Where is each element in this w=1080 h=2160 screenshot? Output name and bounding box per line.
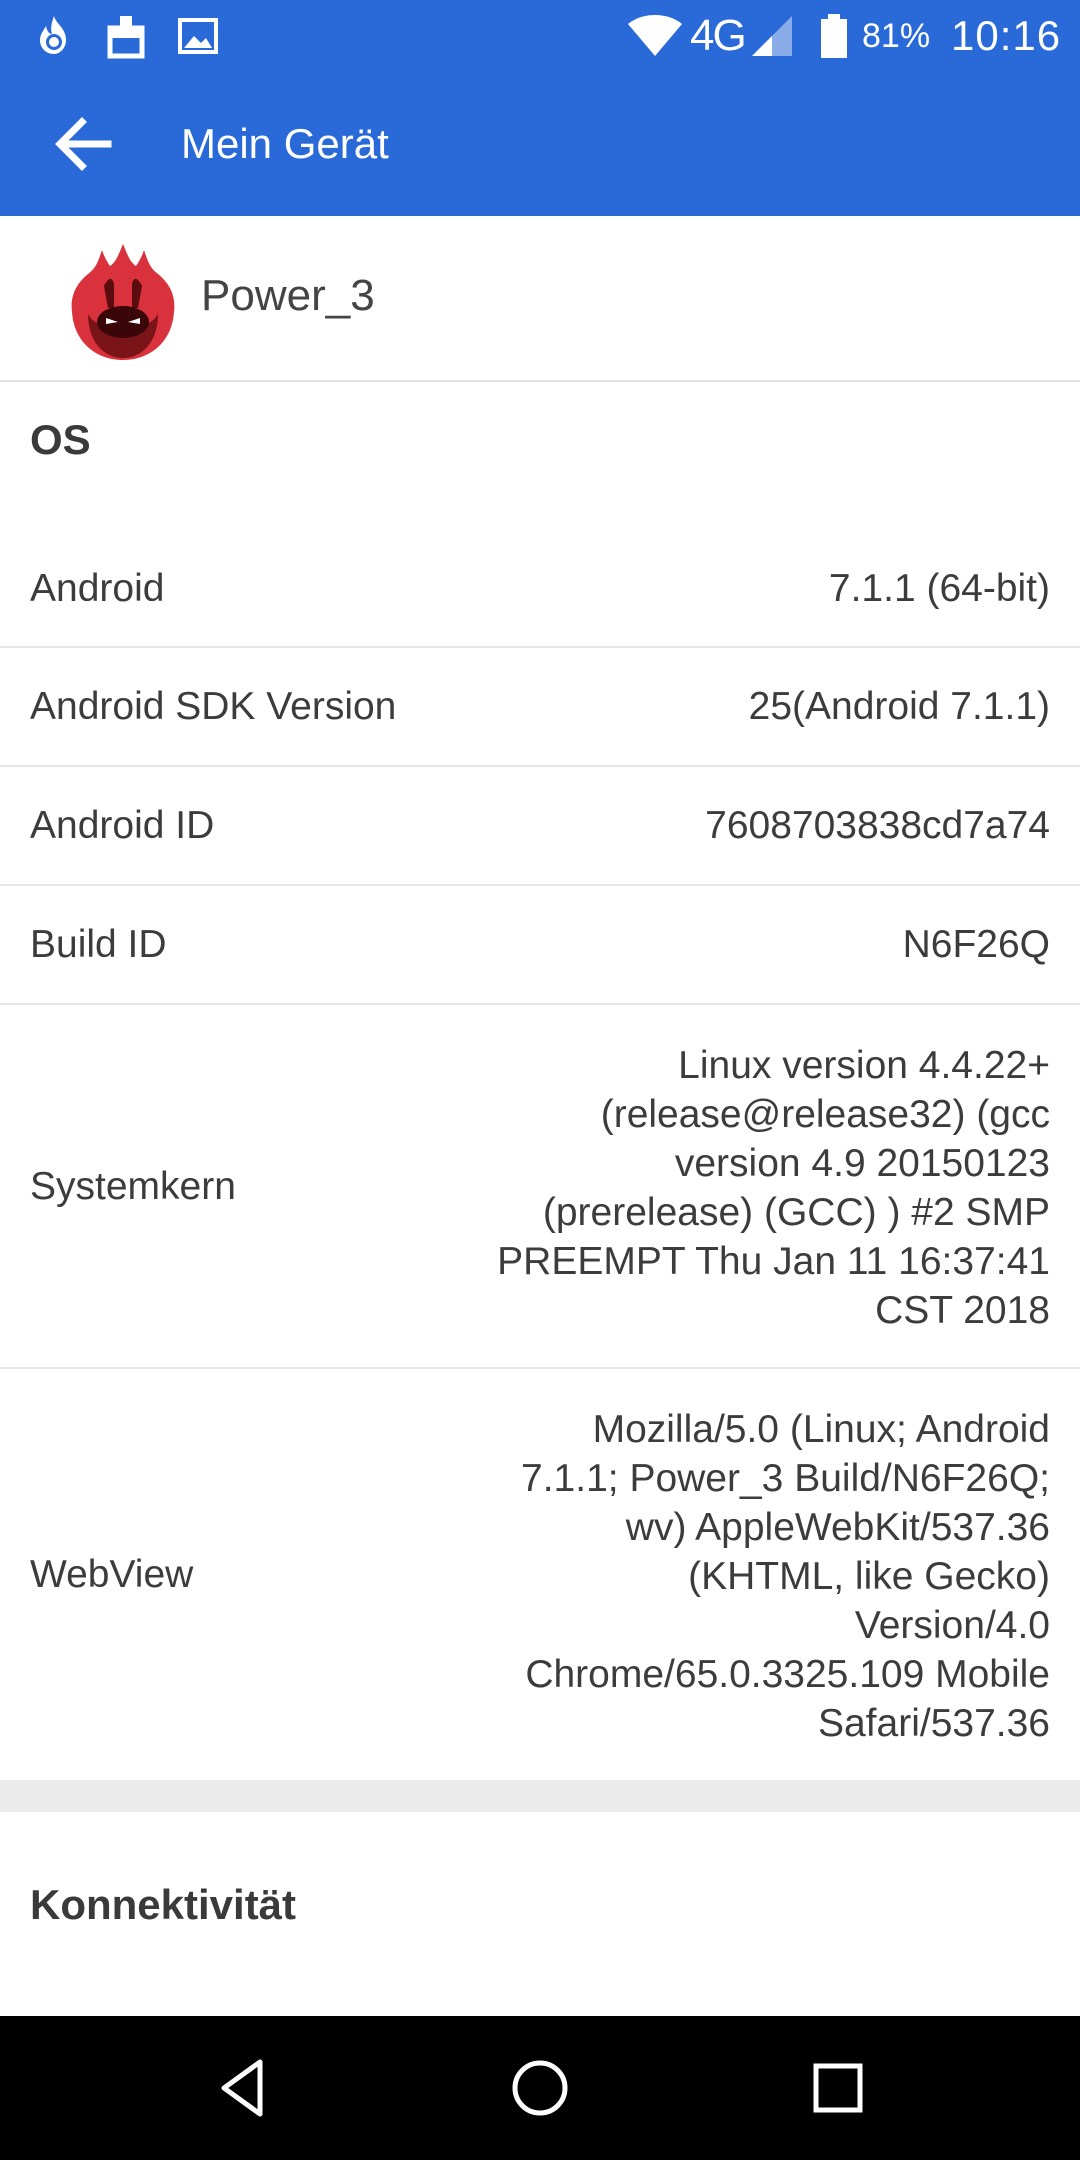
signal-icon — [752, 16, 792, 56]
flame-notification-icon — [40, 16, 66, 54]
app-bar: 4G 81% 10:16 Mein Gerät — [0, 0, 1080, 216]
row-label: Build ID — [30, 923, 167, 966]
section-title-os: OS — [30, 416, 91, 463]
device-header: Power_3 — [0, 216, 1080, 382]
row-label: Android SDK Version — [30, 685, 397, 728]
image-notification-icon — [178, 18, 218, 54]
device-name: Power_3 — [201, 271, 375, 320]
info-row-build-id: Build ID N6F26Q — [0, 886, 1080, 1005]
section-divider — [0, 1780, 1080, 1812]
info-row-sdk-version: Android SDK Version 25(Android 7.1.1) — [0, 648, 1080, 767]
row-label: Android ID — [30, 804, 215, 847]
row-label: WebView — [30, 1553, 194, 1596]
section-title-connectivity: Konnektivität — [30, 1881, 297, 1928]
row-label: Systemkern — [30, 1165, 236, 1208]
battery-icon — [821, 14, 847, 58]
network-type: 4G — [690, 11, 747, 60]
row-value: 25(Android 7.1.1) — [748, 685, 1050, 728]
clock: 10:16 — [951, 12, 1062, 59]
info-row-kernel: Systemkern Linux version 4.4.22+ (releas… — [0, 1005, 1080, 1369]
row-value: N6F26Q — [902, 923, 1050, 966]
home-circle-icon[interactable] — [504, 2052, 576, 2124]
battery-percent: 81% — [862, 17, 931, 55]
info-row-webview: WebView Mozilla/5.0 (Linux; Android 7.1.… — [0, 1369, 1080, 1780]
row-value: Linux version 4.4.22+ (release@release32… — [497, 1044, 1050, 1332]
navigation-bar — [0, 2016, 1080, 2160]
row-value: Mozilla/5.0 (Linux; Android 7.1.1; Power… — [521, 1408, 1050, 1745]
arrow-back-icon[interactable] — [48, 108, 120, 180]
row-label: Android — [30, 567, 165, 610]
page-title: Mein Gerät — [181, 120, 389, 167]
row-value: 7608703838cd7a74 — [705, 804, 1050, 847]
info-row-android: Android 7.1.1 (64-bit) — [0, 530, 1080, 648]
antutu-logo-icon — [71, 244, 175, 360]
row-value: 7.1.1 (64-bit) — [828, 567, 1050, 610]
back-triangle-icon[interactable] — [210, 2052, 282, 2124]
info-row-android-id: Android ID 7608703838cd7a74 — [0, 767, 1080, 886]
status-bar: 4G 81% 10:16 — [0, 0, 1080, 72]
cleaner-notification-icon — [107, 16, 145, 59]
recents-square-icon[interactable] — [802, 2052, 874, 2124]
wifi-icon — [628, 15, 682, 56]
